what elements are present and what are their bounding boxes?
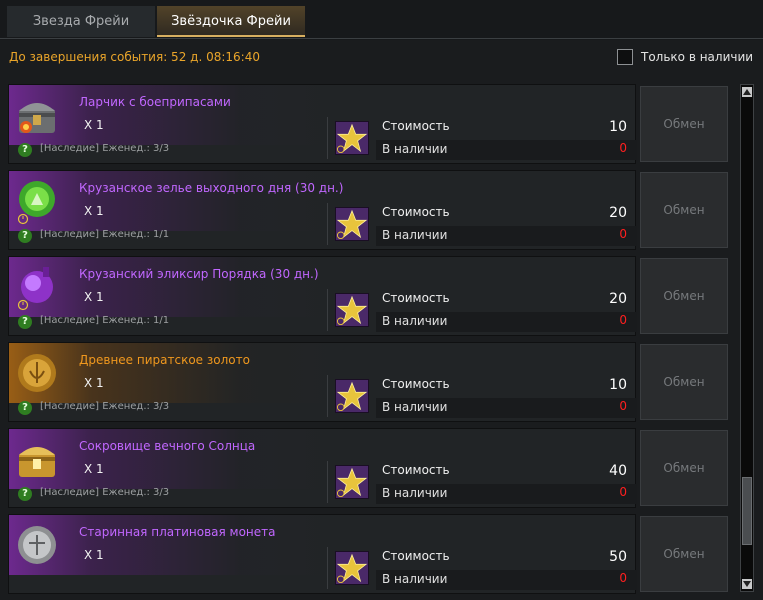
- item-card: Крузанское зелье выходного дня (30 дн.) …: [8, 170, 637, 250]
- exchange-button[interactable]: Обмен: [640, 172, 728, 248]
- star-currency-icon: [335, 465, 369, 499]
- exchange-row: Крузанское зелье выходного дня (30 дн.) …: [8, 170, 737, 250]
- platinum-coin-icon: [18, 526, 56, 564]
- cost-label: Стоимость: [382, 205, 450, 219]
- exchange-row: Ларчик с боеприпасами X 1 ? [Наследие] Е…: [8, 84, 737, 164]
- item-quantity: X 1: [84, 462, 104, 476]
- scroll-thumb[interactable]: [742, 477, 752, 545]
- item-quantity: X 1: [84, 290, 104, 304]
- exchange-button[interactable]: Обмен: [640, 86, 728, 162]
- stock-label: В наличии: [382, 314, 448, 328]
- stock-value: 0: [619, 485, 627, 499]
- cost-label: Стоимость: [382, 119, 450, 133]
- item-quantity: X 1: [84, 376, 104, 390]
- item-quantity: X 1: [84, 548, 104, 562]
- item-name: Крузанское зелье выходного дня (30 дн.): [79, 181, 344, 195]
- exchange-row: Древнее пиратское золото X 1 ? [Наследие…: [8, 342, 737, 422]
- item-quantity: X 1: [84, 204, 104, 218]
- item-card: Ларчик с боеприпасами X 1 ? [Наследие] Е…: [8, 84, 637, 164]
- cost-label: Стоимость: [382, 463, 450, 477]
- stock-value: 0: [619, 399, 627, 413]
- stock-value: 0: [619, 313, 627, 327]
- stock-label: В наличии: [382, 572, 448, 586]
- stock-value: 0: [619, 227, 627, 241]
- info-icon[interactable]: ?: [18, 401, 32, 415]
- item-name: Старинная платиновая монета: [79, 525, 276, 539]
- cost-value: 10: [609, 377, 627, 393]
- divider: [327, 117, 328, 159]
- divider: [327, 375, 328, 417]
- item-name: Древнее пиратское золото: [79, 353, 250, 367]
- star-currency-icon: [335, 207, 369, 241]
- purchase-limit: [Наследие] Еженед.: 3/3: [40, 143, 170, 154]
- stock-value: 0: [619, 141, 627, 155]
- timer-icon: [17, 213, 29, 225]
- purchase-limit: [Наследие] Еженед.: 3/3: [40, 487, 170, 498]
- cost-value: 50: [609, 549, 627, 565]
- star-currency-icon: [335, 379, 369, 413]
- in-stock-checkbox[interactable]: [617, 49, 633, 65]
- purchase-limit: [Наследие] Еженед.: 3/3: [40, 401, 170, 412]
- exchange-row: Сокровище вечного Солнца X 1 ? [Наследие…: [8, 428, 737, 508]
- info-icon[interactable]: ?: [18, 487, 32, 501]
- cost-label: Стоимость: [382, 291, 450, 305]
- info-icon[interactable]: ?: [18, 143, 32, 157]
- scroll-up-arrow-icon[interactable]: [742, 87, 752, 97]
- timer-icon: [17, 299, 29, 311]
- stock-value: 0: [619, 571, 627, 585]
- tab-freyja-little-star[interactable]: Звёздочка Фрейи: [157, 6, 305, 37]
- star-currency-icon: [335, 293, 369, 327]
- item-card: Старинная платиновая монета X 1 Стоимост…: [8, 514, 637, 594]
- item-card: Древнее пиратское золото X 1 ? [Наследие…: [8, 342, 637, 422]
- cost-value: 10: [609, 119, 627, 135]
- purchase-limit: [Наследие] Еженед.: 1/1: [40, 315, 170, 326]
- item-name: Сокровище вечного Солнца: [79, 439, 256, 453]
- divider: [327, 547, 328, 589]
- gold-coin-icon: [18, 354, 56, 392]
- info-icon[interactable]: ?: [18, 315, 32, 329]
- exchange-button[interactable]: Обмен: [640, 516, 728, 592]
- cost-label: Стоимость: [382, 549, 450, 563]
- scrollbar[interactable]: [740, 84, 754, 592]
- treasure-chest-icon: [19, 103, 55, 133]
- cost-value: 20: [609, 291, 627, 307]
- purchase-limit: [Наследие] Еженед.: 1/1: [40, 229, 170, 240]
- stock-label: В наличии: [382, 142, 448, 156]
- stock-label: В наличии: [382, 486, 448, 500]
- cost-label: Стоимость: [382, 377, 450, 391]
- star-currency-icon: [335, 121, 369, 155]
- item-quantity: X 1: [84, 118, 104, 132]
- item-card: Крузанский эликсир Порядка (30 дн.) X 1 …: [8, 256, 637, 336]
- info-icon[interactable]: ?: [18, 229, 32, 243]
- exchange-button[interactable]: Обмен: [640, 430, 728, 506]
- exchange-button[interactable]: Обмен: [640, 258, 728, 334]
- tab-divider: [0, 38, 763, 39]
- divider: [327, 461, 328, 503]
- stock-label: В наличии: [382, 228, 448, 242]
- exchange-list: Ларчик с боеприпасами X 1 ? [Наследие] Е…: [8, 84, 737, 600]
- scroll-down-arrow-icon[interactable]: [742, 579, 752, 589]
- in-stock-filter[interactable]: Только в наличии: [617, 48, 753, 66]
- stock-label: В наличии: [382, 400, 448, 414]
- divider: [327, 289, 328, 331]
- item-card: Сокровище вечного Солнца X 1 ? [Наследие…: [8, 428, 637, 508]
- golden-chest-icon: [19, 447, 55, 477]
- cost-value: 40: [609, 463, 627, 479]
- divider: [327, 203, 328, 245]
- in-stock-label: Только в наличии: [641, 50, 754, 64]
- star-currency-icon: [335, 551, 369, 585]
- exchange-row: Старинная платиновая монета X 1 Стоимост…: [8, 514, 737, 594]
- exchange-row: Крузанский эликсир Порядка (30 дн.) X 1 …: [8, 256, 737, 336]
- tab-freyja-star[interactable]: Звезда Фрейи: [7, 6, 155, 37]
- tab-bar: Звезда Фрейи Звёздочка Фрейи: [0, 0, 763, 40]
- item-name: Ларчик с боеприпасами: [79, 95, 231, 109]
- exchange-button[interactable]: Обмен: [640, 344, 728, 420]
- event-timer: До завершения события: 52 д. 08:16:40: [9, 50, 260, 64]
- item-name: Крузанский эликсир Порядка (30 дн.): [79, 267, 319, 281]
- cost-value: 20: [609, 205, 627, 221]
